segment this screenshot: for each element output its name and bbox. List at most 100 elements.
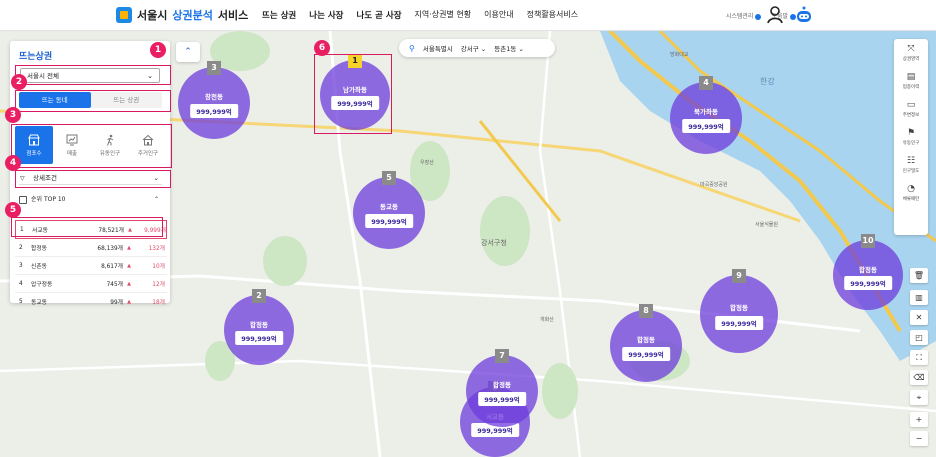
tab-resident-pop[interactable]: 주거인구	[129, 126, 167, 164]
rank-title: 순위 TOP 10	[31, 196, 66, 203]
robot-icon[interactable]	[794, 5, 814, 25]
tab-floating-pop-label: 유동인구	[99, 150, 121, 157]
zoom-out-icon[interactable]: −	[910, 431, 928, 446]
location-city[interactable]: 서울특별시	[423, 43, 453, 53]
logo-icon	[116, 7, 132, 23]
tab-store-count-label: 점포수	[26, 150, 42, 157]
tab-sales-label: 매출	[66, 150, 78, 157]
nearby-tool-icon: ▭	[906, 99, 916, 110]
dong-bubble[interactable]: 3 창천동 999,999억	[178, 61, 250, 139]
zoom-in-icon[interactable]: +	[910, 412, 928, 427]
bubble-rank: 2	[252, 289, 266, 303]
map-layer-icon[interactable]: ▥	[910, 290, 928, 305]
site-logo[interactable]: 서울시 상권분석 서비스	[116, 6, 248, 24]
map-tool-label: 업종이력	[902, 84, 920, 90]
flow-tool-icon: ⚑	[906, 127, 916, 138]
dong-bubble[interactable]: 2 합정동 999,999억	[224, 289, 294, 365]
trash-icon[interactable]: 🗑	[910, 268, 928, 283]
logo-suffix: 서비스	[217, 9, 249, 22]
rank-row[interactable]: 5 동교동 99개 ▲ 18개	[15, 293, 167, 311]
map-tool-button[interactable]: ⤧ 상권영역	[894, 39, 928, 67]
map-tool-button[interactable]: ▤ 업종이력	[894, 67, 928, 95]
rank-dong-name: 압구정동	[31, 282, 53, 288]
map-tool-label: 주변정보	[902, 112, 920, 118]
dong-bubble[interactable]: 9 합정동 999,999억	[700, 269, 778, 353]
ruler-icon[interactable]: ✕	[910, 310, 928, 325]
dong-bubble[interactable]: 10 합정동 999,999억	[833, 234, 903, 310]
dong-bubble[interactable]: 5 동교동 999,999억	[353, 171, 425, 249]
location-dong[interactable]: 등촌1동 ⌄	[494, 43, 524, 53]
tab-store-count[interactable]: 점포수	[15, 126, 53, 164]
system-admin-label: 시스템관리	[725, 13, 754, 20]
history-tool-icon: ▤	[906, 71, 916, 82]
rank-row[interactable]: 3 신촌동 8,617개 ▲ 10개	[15, 257, 167, 275]
bubble-rank: 3	[207, 61, 221, 75]
rank-count: 78,521개	[98, 228, 124, 234]
rank-header[interactable]: 순위 TOP 10 ⌃	[19, 194, 162, 206]
rank-change: 9,999개	[144, 228, 166, 234]
bubble-rank: 9	[732, 269, 746, 283]
chevron-down-icon: ⌄	[147, 72, 153, 80]
rank-number: 1	[20, 226, 24, 233]
map-tool-button[interactable]: ⚑ 유동인구	[894, 123, 928, 151]
region-select[interactable]: 서울시 전체 ⌄	[20, 68, 160, 83]
rank-change: 18개	[152, 300, 165, 306]
bubble-dong-name: 합정동	[493, 381, 511, 390]
toggle-rising-area[interactable]: 뜨는 상권	[90, 92, 162, 108]
menu-guide[interactable]: 이용안내	[484, 9, 513, 21]
bubble-value: 999,999억	[331, 96, 379, 111]
density-tool-icon: ☷	[906, 155, 916, 166]
menu-i-am-owner[interactable]: 나는 사장	[309, 9, 343, 21]
rank-number: 3	[19, 262, 23, 269]
toggle-rising-dong[interactable]: 뜨는 동네	[19, 92, 91, 108]
area-icon[interactable]: ◰	[910, 330, 928, 345]
locate-icon[interactable]: ⌖	[910, 390, 928, 405]
dong-bubble[interactable]: 4 북가좌동 999,999억	[670, 76, 742, 154]
panel-title: 뜨는상권	[19, 52, 53, 62]
location-selector: ⚲ 서울특별시 강서구 ⌄ 등촌1동 ⌄	[399, 39, 555, 57]
bubble-value: 999,999억	[682, 119, 730, 134]
bubble-rank: 1	[348, 54, 362, 68]
rank-dong-name: 서교동	[32, 228, 48, 234]
map-tool-label: 상권영역	[902, 56, 920, 62]
map-tool-button[interactable]: ☷ 인구밀도	[894, 151, 928, 179]
dong-bubble[interactable]: 7 합정동 999,999억	[466, 349, 538, 427]
menu-rising-area[interactable]: 뜨는 상권	[262, 9, 296, 21]
utility-links: 시스템관리 도움말	[726, 11, 796, 20]
menu-regional-status[interactable]: 지역·상권별 현황	[415, 9, 472, 21]
fullscreen-icon[interactable]: ⛶	[910, 350, 928, 365]
map-label-botanic: 서울식물원	[755, 222, 779, 228]
map-tool-button[interactable]: ◔ 체류패턴	[894, 179, 928, 207]
rank-count: 8,617개	[101, 264, 123, 270]
district-label: 강서구	[460, 45, 479, 53]
rank-change: 12개	[152, 282, 165, 288]
user-icon[interactable]	[767, 6, 783, 24]
tab-floating-pop[interactable]: 유동인구	[91, 126, 129, 164]
map-tool-button[interactable]: ▭ 주변정보	[894, 95, 928, 123]
rank-row[interactable]: 4 압구정동 745개 ▲ 12개	[15, 275, 167, 293]
rank-row[interactable]: 2 합정동 68,139개 ▲ 132개	[15, 239, 167, 257]
eraser-icon[interactable]: ⌫	[910, 370, 928, 385]
bubble-dong-name: 북가좌동	[694, 108, 718, 117]
dong-bubble[interactable]: 8 합정동 999,999억	[610, 304, 682, 382]
rank-dong-name: 신촌동	[31, 264, 47, 270]
arrow-up-icon: ▲	[127, 298, 131, 305]
tab-resident-pop-label: 주거인구	[137, 150, 159, 157]
rank-change: 132개	[148, 246, 165, 252]
map-label-park: 마곡중앙공원	[700, 182, 728, 188]
detail-conditions[interactable]: ▽ 상세조건 ⌄	[19, 172, 162, 185]
menu-soon-owner[interactable]: 나도 곧 사장	[357, 9, 402, 21]
map-label-gaehwasan: 개화산	[540, 317, 554, 323]
pin-icon: ⚲	[409, 43, 415, 53]
logo-highlight: 상권분석	[172, 9, 213, 22]
tab-sales[interactable]: 매출	[53, 126, 91, 164]
region-value: 서울시 전체	[27, 72, 59, 80]
system-admin-link[interactable]: 시스템관리	[726, 11, 762, 20]
menu-policy-service[interactable]: 정책활용서비스	[527, 9, 579, 21]
bubble-dong-name: 합정동	[730, 303, 748, 312]
dong-bubble[interactable]: 1 남가좌동 999,999억	[320, 54, 390, 130]
location-district[interactable]: 강서구 ⌄	[461, 43, 486, 53]
rank-row[interactable]: 1 서교동 78,521개 ▲ 9,999개	[15, 220, 167, 239]
panel-collapse-button[interactable]: ⌃	[176, 42, 200, 62]
rank-dong-name: 동교동	[31, 300, 47, 306]
